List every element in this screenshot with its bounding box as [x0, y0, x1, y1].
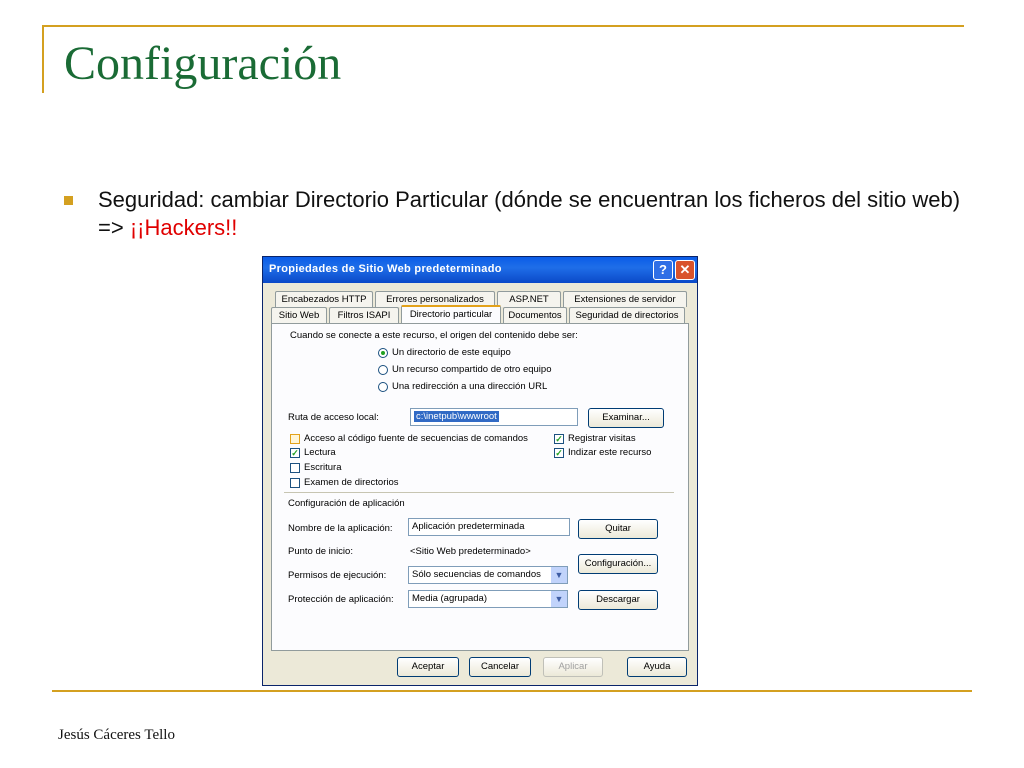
radio-url-redirect-label: Una redirección a una dirección URL [392, 381, 548, 392]
radio-network-share[interactable] [378, 365, 388, 375]
radio-local-directory-label: Un directorio de este equipo [392, 347, 511, 358]
app-name-label: Nombre de la aplicación: [288, 523, 393, 534]
exec-permissions-value: Sólo secuencias de comandos [412, 569, 541, 580]
app-section-label: Configuración de aplicación [288, 498, 405, 509]
chevron-down-icon[interactable]: ▼ [551, 567, 567, 583]
path-value: c:\inetpub\wwwroot [414, 411, 499, 422]
radio-url-redirect[interactable] [378, 382, 388, 392]
start-point-label: Punto de inicio: [288, 546, 353, 557]
remove-button[interactable]: Quitar [578, 519, 658, 539]
radio-network-share-label: Un recurso compartido de otro equipo [392, 364, 552, 375]
tab-directorio-particular[interactable]: Directorio particular [401, 305, 501, 323]
tab-filtros-isapi[interactable]: Filtros ISAPI [329, 307, 399, 323]
ok-button[interactable]: Aceptar [397, 657, 459, 677]
path-input[interactable]: c:\inetpub\wwwroot [410, 408, 578, 426]
app-protection-value: Media (agrupada) [412, 593, 487, 604]
log-visits-label: Registrar visitas [568, 433, 636, 444]
tab-asp-net[interactable]: ASP.NET [497, 291, 561, 307]
help-button[interactable]: Ayuda [627, 657, 687, 677]
app-protection-label: Protección de aplicación: [288, 594, 394, 605]
write-label: Escritura [304, 462, 342, 473]
exec-permissions-select[interactable]: Sólo secuencias de comandos ▼ [408, 566, 568, 584]
dialog-title: Propiedades de Sitio Web predeterminado [269, 263, 502, 275]
index-resource-label: Indizar este recurso [568, 447, 652, 458]
connect-label: Cuando se conecte a este recurso, el ori… [290, 330, 578, 341]
cancel-button[interactable]: Cancelar [469, 657, 531, 677]
slide-title: Configuración [64, 37, 342, 90]
left-rule [42, 25, 44, 93]
top-rule [42, 25, 964, 27]
bullet-text: Seguridad: cambiar Directorio Particular… [98, 186, 978, 242]
chevron-down-icon[interactable]: ▼ [551, 591, 567, 607]
read-checkbox[interactable]: ✓ [290, 448, 300, 458]
directory-browsing-label: Examen de directorios [304, 477, 399, 488]
configuration-button[interactable]: Configuración... [578, 554, 658, 574]
tab-panel: Cuando se conecte a este recurso, el ori… [271, 323, 689, 651]
source-access-checkbox[interactable] [290, 434, 300, 444]
unload-button[interactable]: Descargar [578, 590, 658, 610]
tab-documentos[interactable]: Documentos [503, 307, 567, 323]
path-label: Ruta de acceso local: [288, 412, 379, 423]
tab-sitio-web[interactable]: Sitio Web [271, 307, 327, 323]
start-point-value: <Sitio Web predeterminado> [410, 546, 531, 557]
close-icon[interactable]: ✕ [675, 260, 695, 280]
tab-extensiones-servidor[interactable]: Extensiones de servidor [563, 291, 687, 307]
tab-seguridad-directorios[interactable]: Seguridad de directorios [569, 307, 685, 323]
radio-local-directory[interactable] [378, 348, 388, 358]
directory-browsing-checkbox[interactable] [290, 478, 300, 488]
exec-permissions-label: Permisos de ejecución: [288, 570, 387, 581]
bullet-highlight: ¡¡Hackers!! [129, 215, 238, 240]
footer-author: Jesús Cáceres Tello [58, 727, 175, 743]
app-protection-select[interactable]: Media (agrupada) ▼ [408, 590, 568, 608]
apply-button[interactable]: Aplicar [543, 657, 603, 677]
log-visits-checkbox[interactable]: ✓ [554, 434, 564, 444]
help-icon[interactable]: ? [653, 260, 673, 280]
app-name-input[interactable]: Aplicación predeterminada [408, 518, 570, 536]
source-access-label: Acceso al código fuente de secuencias de… [304, 433, 528, 444]
read-label: Lectura [304, 447, 336, 458]
browse-button[interactable]: Examinar... [588, 408, 664, 428]
index-resource-checkbox[interactable]: ✓ [554, 448, 564, 458]
bottom-rule [52, 690, 972, 692]
bullet-marker [64, 196, 73, 205]
write-checkbox[interactable] [290, 463, 300, 473]
dialog-titlebar[interactable]: Propiedades de Sitio Web predeterminado … [263, 257, 697, 283]
tab-encabezados-http[interactable]: Encabezados HTTP [275, 291, 373, 307]
section-divider [284, 492, 674, 493]
properties-dialog: Propiedades de Sitio Web predeterminado … [262, 256, 698, 686]
